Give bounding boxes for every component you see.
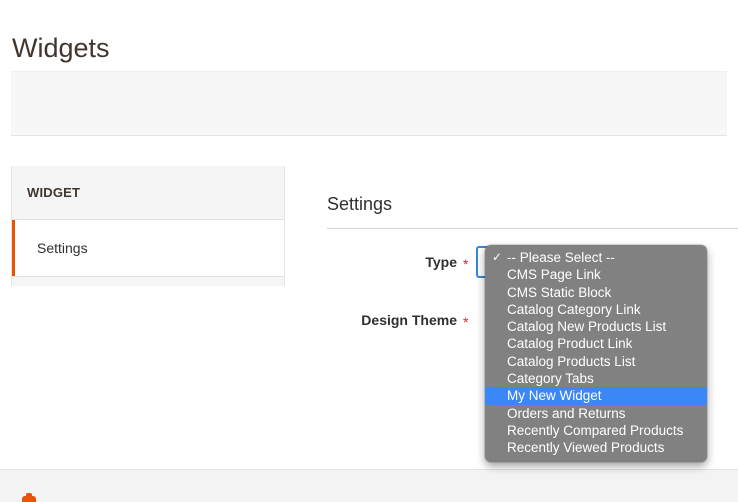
check-icon: ✓ (492, 250, 503, 264)
dropdown-option-label: CMS Static Block (507, 284, 612, 300)
dropdown-option[interactable]: Recently Viewed Products (485, 439, 707, 456)
dropdown-option[interactable]: Category Tabs (485, 370, 707, 387)
sidebar-item-settings[interactable]: Settings (12, 220, 284, 276)
dropdown-option[interactable]: Catalog Category Link (485, 301, 707, 318)
page-actions-toolbar (11, 71, 727, 136)
dropdown-option-label: Catalog Category Link (507, 301, 641, 317)
widget-sidebar: WIDGET Settings (11, 166, 285, 286)
sidebar-header-label: WIDGET (27, 185, 81, 200)
dropdown-option[interactable]: Catalog Products List (485, 353, 707, 370)
sidebar-item-label: Settings (37, 240, 88, 256)
sidebar-header: WIDGET (12, 166, 284, 220)
dropdown-option-label: Orders and Returns (507, 405, 626, 421)
dropdown-option[interactable]: Recently Compared Products (485, 422, 707, 439)
dropdown-option[interactable]: ✓ -- Please Select -- (485, 249, 707, 266)
field-label-type: Type (425, 254, 457, 270)
dropdown-option[interactable]: CMS Page Link (485, 266, 707, 283)
page-root: Widgets WIDGET Settings Settings Type * … (0, 0, 738, 502)
section-title: Settings (327, 194, 393, 214)
dropdown-option[interactable]: My New Widget (485, 387, 707, 405)
page-title: Widgets (12, 33, 110, 64)
dropdown-option-label: CMS Page Link (507, 267, 601, 283)
field-label-design-theme: Design Theme (361, 312, 457, 328)
dropdown-option-label: Catalog Products List (507, 353, 636, 369)
dropdown-option[interactable]: Orders and Returns (485, 405, 707, 422)
dropdown-option-label: Recently Viewed Products (507, 440, 665, 456)
dropdown-option-label: Category Tabs (507, 371, 594, 387)
type-select-dropdown[interactable]: ✓ -- Please Select -- CMS Page Link CMS Sta… (485, 245, 707, 462)
footer-strip (0, 469, 738, 502)
dropdown-option[interactable]: CMS Static Block (485, 284, 707, 301)
dropdown-option-label: Recently Compared Products (507, 422, 684, 438)
dropdown-option-label: Catalog Product Link (507, 336, 633, 352)
dropdown-option[interactable]: Catalog New Products List (485, 318, 707, 335)
required-indicator-type: * (463, 256, 469, 272)
dropdown-option-label: -- Please Select -- (507, 250, 616, 265)
sidebar-footer (12, 276, 284, 286)
required-indicator-design-theme: * (463, 314, 469, 330)
section-divider (327, 228, 738, 229)
footer-logo-icon (22, 496, 36, 502)
dropdown-option-label: Catalog New Products List (507, 319, 667, 335)
dropdown-option[interactable]: Catalog Product Link (485, 335, 707, 352)
dropdown-option-label: My New Widget (507, 388, 602, 404)
